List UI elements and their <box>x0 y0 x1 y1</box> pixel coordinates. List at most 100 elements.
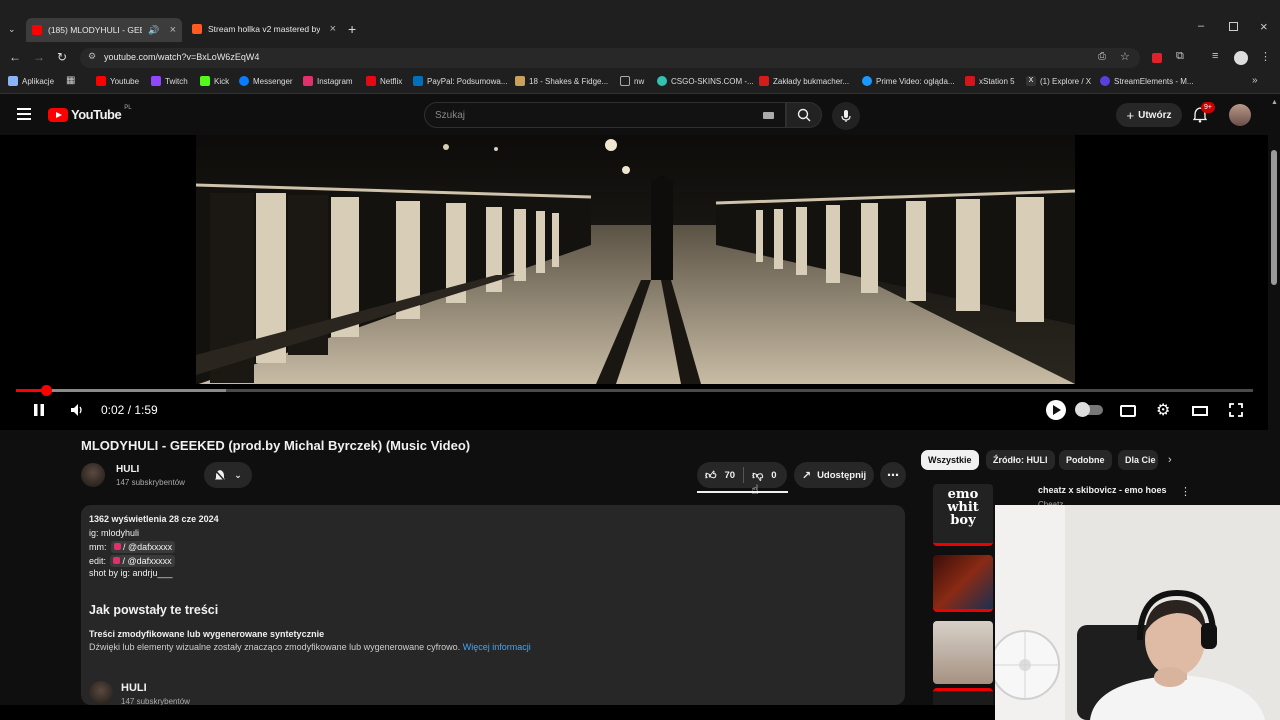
avatar[interactable] <box>1229 104 1251 126</box>
ai-disclosure-title: Treści zmodyfikowane lub wygenerowane sy… <box>89 629 325 639</box>
bookmark-label: StreamElements - M... <box>1114 76 1194 86</box>
extensions-puzzle-icon[interactable]: ⧉ <box>1176 50 1184 63</box>
create-button[interactable]: + Utwórz <box>1116 103 1182 127</box>
miniplayer-shield-icon[interactable] <box>1046 400 1066 420</box>
minimize-icon[interactable]: – <box>1198 20 1204 32</box>
reload-icon[interactable]: ↻ <box>57 50 67 64</box>
view-stats: 1362 wyświetlenia 28 cze 2024 <box>89 514 219 524</box>
scroll-up-arrow-icon[interactable]: ▲ <box>1271 99 1278 106</box>
bookmark-item[interactable]: StreamElements - M... <box>1100 76 1194 86</box>
share-arrow-icon: ↗ <box>801 469 812 482</box>
share-button[interactable]: ↗ Udostępnij <box>794 462 874 488</box>
media-controls-icon[interactable]: ≡ <box>1212 50 1218 62</box>
tab-close-icon[interactable]: × <box>330 23 336 35</box>
keyboard-icon[interactable] <box>763 112 774 119</box>
video-thumbnail[interactable]: emo whit boy <box>933 484 993 546</box>
subscribed-bell-button[interactable]: ⌄ <box>204 462 252 488</box>
section-title: Jak powstały te treści <box>89 603 219 617</box>
dislike-button[interactable]: 👎︎ 0 <box>752 469 776 482</box>
tab-groups-icon[interactable]: ▦ <box>66 75 75 86</box>
more-actions-button[interactable]: ⋯ <box>880 462 906 488</box>
description-box[interactable]: 1362 wyświetlenia 28 cze 2024 ig: mlodyh… <box>81 505 905 705</box>
like-button[interactable]: 👍︎ 70 <box>705 469 735 482</box>
bookmark-item[interactable]: Messenger <box>239 76 293 86</box>
subtitles-icon[interactable] <box>1120 405 1136 417</box>
channel-name[interactable]: HULI <box>121 682 147 694</box>
bookmark-item[interactable]: Zakłady bukmacher... <box>759 76 849 86</box>
fullscreen-icon[interactable] <box>1229 403 1243 417</box>
voice-search-button[interactable] <box>832 102 860 130</box>
video-thumbnail[interactable] <box>933 555 993 612</box>
url-text: youtube.com/watch?v=BxLoW6zEqW4 <box>104 52 260 62</box>
tab-close-icon[interactable]: × <box>170 24 176 36</box>
bookmark-item[interactable]: Twitch <box>151 76 188 86</box>
restore-icon[interactable] <box>1229 22 1238 31</box>
site-info-icon[interactable]: ⚙ <box>88 51 96 62</box>
theater-mode-icon[interactable] <box>1192 406 1208 416</box>
bookmaker-icon <box>759 76 769 86</box>
bookmark-item[interactable]: Aplikacje <box>8 76 54 86</box>
channel-avatar[interactable] <box>81 463 105 487</box>
mention-link[interactable]: / @dafxxxxx <box>110 541 176 553</box>
bookmark-item[interactable]: Prime Video: ogląda... <box>862 76 955 86</box>
install-icon[interactable]: ⎙ <box>1098 51 1106 62</box>
bookmark-label: Youtube <box>110 76 140 86</box>
tab-stream[interactable]: Stream hollka v2 mastered by h × <box>186 18 342 40</box>
scrubber-handle[interactable] <box>40 385 52 396</box>
search-input[interactable]: Szukaj <box>424 102 786 128</box>
forward-icon[interactable]: → <box>33 50 45 64</box>
address-bar[interactable]: ⚙ youtube.com/watch?v=BxLoW6zEqW4 ⎙ ☆ <box>80 48 1140 68</box>
speaker-icon: 🔊 <box>148 24 160 35</box>
bookmark-label: CSGO-SKINS.COM -... <box>671 76 754 86</box>
bookmark-item[interactable]: Instagram <box>303 76 353 86</box>
mention-link[interactable]: / @dafxxxxx <box>110 555 175 567</box>
chip-for-you[interactable]: Dla Cie <box>1118 450 1158 470</box>
bookmark-item[interactable]: Kick <box>200 76 229 86</box>
pause-button[interactable] <box>32 403 46 417</box>
search-icon <box>797 108 811 122</box>
bookmark-item[interactable]: CSGO-SKINS.COM -... <box>657 76 754 86</box>
profile-icon[interactable] <box>1234 51 1248 65</box>
sidebar-item-menu-icon[interactable]: ⋮ <box>1180 485 1191 498</box>
extension-red-icon[interactable] <box>1152 53 1162 63</box>
chip-all[interactable]: Wszystkie <box>921 450 979 470</box>
chip-source[interactable]: Źródło: HULI <box>986 450 1055 470</box>
bookmark-item[interactable]: X (1) Explore / X <box>1026 76 1091 86</box>
bookmark-item[interactable]: xStation 5 <box>965 76 1015 86</box>
tab-list-chevron-icon[interactable]: ⌄ <box>8 24 16 35</box>
page-scrollbar[interactable] <box>1271 150 1277 285</box>
settings-gear-icon[interactable]: ⚙ <box>1156 400 1170 420</box>
chip-similar[interactable]: Podobne <box>1059 450 1112 470</box>
back-icon[interactable]: ← <box>9 50 21 64</box>
more-info-link[interactable]: Więcej informacji <box>463 642 531 652</box>
youtube-favicon-icon <box>32 25 42 35</box>
browser-menu-icon[interactable]: ⋮ <box>1260 50 1271 63</box>
youtube-logo[interactable]: YouTube PL <box>48 105 132 122</box>
bookmark-item[interactable]: Netflix <box>366 76 402 86</box>
video-frame[interactable] <box>196 135 1075 384</box>
video-player[interactable]: 0:02 / 1:59 ⚙ <box>0 135 1268 430</box>
tab-youtube[interactable]: (185) MLODYHULI - GEEKE 🔊 × <box>26 18 182 42</box>
bookmark-item[interactable]: 18 - Shakes & Fidge... <box>515 76 608 86</box>
chips-next-chevron-icon[interactable]: › <box>1168 454 1172 466</box>
bookmark-item[interactable]: nw <box>620 76 644 86</box>
sidebar-video-title[interactable]: cheatz x skibovicz - emo hoes <box>1038 485 1178 495</box>
hamburger-menu-icon[interactable] <box>17 108 31 120</box>
x-twitter-icon: X <box>1026 76 1036 86</box>
bookmark-item[interactable]: PayPal: Podsumowa... <box>413 76 507 86</box>
close-window-icon[interactable]: × <box>1260 19 1268 34</box>
progress-bar[interactable] <box>16 385 1253 396</box>
bookmark-label: Instagram <box>317 76 353 86</box>
channel-avatar[interactable] <box>89 681 113 705</box>
bookmark-item[interactable]: Youtube <box>96 76 139 86</box>
autoplay-toggle[interactable] <box>1075 402 1103 417</box>
search-button[interactable] <box>786 102 822 128</box>
notifications-button[interactable]: 9+ <box>1193 102 1215 123</box>
bookmark-label: (1) Explore / X <box>1040 76 1092 86</box>
channel-name[interactable]: HULI <box>116 464 139 475</box>
bookmark-star-icon[interactable]: ☆ <box>1120 50 1130 63</box>
new-tab-icon[interactable]: + <box>348 21 356 37</box>
more-bookmarks-icon[interactable]: » <box>1252 75 1258 86</box>
video-thumbnail[interactable] <box>933 621 993 684</box>
volume-button[interactable] <box>71 404 84 416</box>
